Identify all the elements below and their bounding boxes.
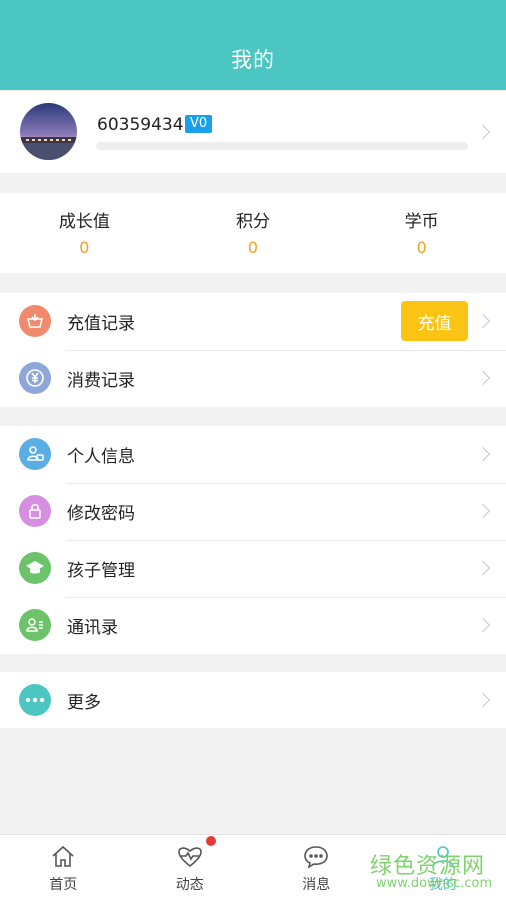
- level-badge: V0: [185, 115, 213, 133]
- user-id: 60359434: [97, 115, 184, 135]
- tab-home[interactable]: 首页: [0, 835, 127, 900]
- stat-coins[interactable]: 学币 0: [337, 193, 506, 273]
- chat-icon: [304, 846, 329, 869]
- page-title: 我的: [231, 48, 275, 72]
- more-group: 更多: [0, 672, 506, 728]
- chevron-right-icon: [475, 313, 491, 329]
- recharge-button[interactable]: 充值: [401, 301, 468, 341]
- menu-item-label: 更多: [67, 692, 101, 713]
- records-group: 充值记录 充值 消费记录: [0, 293, 506, 407]
- graduation-cap-icon: [19, 552, 51, 584]
- stat-label: 学币: [404, 212, 439, 232]
- home-icon: [52, 845, 74, 867]
- menu-item-label: 消费记录: [67, 371, 135, 391]
- growth-progress-bar: [96, 142, 468, 150]
- chevron-right-icon: [475, 503, 491, 519]
- chevron-right-icon: [475, 446, 491, 462]
- avatar[interactable]: [20, 103, 77, 160]
- stat-value: 0: [79, 238, 90, 257]
- menu-item-personal-info[interactable]: 个人信息: [0, 426, 506, 483]
- notification-dot: [206, 836, 216, 846]
- stat-value: 0: [247, 238, 259, 257]
- chevron-right-icon: [475, 692, 491, 708]
- basket-icon: [19, 305, 51, 337]
- menu-item-label: 通讯录: [67, 618, 118, 638]
- profile-card[interactable]: 60359434 V0: [0, 91, 506, 173]
- stat-label: 积分: [236, 212, 270, 232]
- chevron-right-icon: [475, 560, 491, 576]
- tab-messages[interactable]: 消息: [253, 835, 380, 900]
- menu-item-consumption-records[interactable]: 消费记录: [0, 350, 506, 407]
- menu-item-label: 个人信息: [67, 447, 135, 467]
- stat-value: 0: [416, 238, 427, 257]
- more-dots-icon: [19, 684, 51, 716]
- tab-label: 动态: [175, 877, 204, 893]
- menu-item-label: 修改密码: [67, 504, 135, 524]
- menu-item-contacts[interactable]: 通讯录: [0, 597, 506, 654]
- menu-item-more[interactable]: 更多: [0, 672, 506, 728]
- app-header: 我的: [0, 0, 506, 90]
- tab-label: 消息: [302, 877, 331, 893]
- menu-item-label: 充值记录: [67, 314, 135, 334]
- menu-item-change-password[interactable]: 修改密码: [0, 483, 506, 540]
- menu-item-children-management[interactable]: 孩子管理: [0, 540, 506, 597]
- person-card-icon: [19, 438, 51, 470]
- chevron-right-icon: [475, 370, 491, 386]
- stat-points[interactable]: 积分 0: [169, 193, 338, 273]
- stats-panel: 成长值 0 积分 0 学币 0: [0, 193, 506, 273]
- menu-item-recharge-records[interactable]: 充值记录 充值: [0, 293, 506, 350]
- lock-icon: [19, 495, 51, 527]
- heart-pulse-icon: [177, 847, 202, 868]
- chevron-right-icon: [475, 617, 491, 633]
- yen-icon: [19, 362, 51, 394]
- chevron-right-icon: [475, 124, 491, 140]
- contacts-icon: [19, 609, 51, 641]
- watermark-url: www.downcc.com: [376, 876, 493, 891]
- account-group: 个人信息 修改密码 孩子管理 通讯录: [0, 426, 506, 654]
- menu-item-label: 孩子管理: [67, 561, 135, 581]
- tab-label: 首页: [49, 877, 78, 893]
- stat-label: 成长值: [58, 212, 110, 232]
- stat-growth[interactable]: 成长值 0: [0, 193, 169, 273]
- tab-activity[interactable]: 动态: [127, 835, 254, 900]
